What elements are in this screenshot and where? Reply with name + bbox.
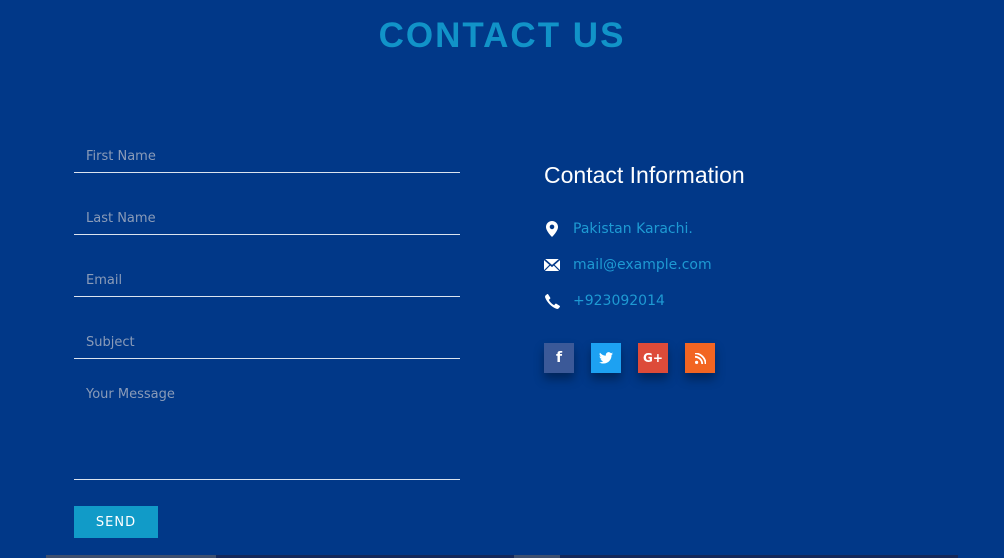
facebook-button[interactable]: f <box>544 343 574 373</box>
contact-information: Contact Information Pakistan Karachi. ma… <box>544 160 745 373</box>
envelope-icon <box>544 257 560 273</box>
rss-icon <box>694 349 706 368</box>
last-name-input[interactable] <box>74 190 460 235</box>
phone-link[interactable]: +923092014 <box>573 293 665 309</box>
email-input[interactable] <box>74 252 460 297</box>
google-plus-icon: G+ <box>643 351 663 365</box>
contact-information-title: Contact Information <box>544 162 745 188</box>
address-row: Pakistan Karachi. <box>544 219 693 239</box>
address-text: Pakistan Karachi. <box>573 221 693 237</box>
email-link[interactable]: mail@example.com <box>573 257 712 273</box>
email-row: mail@example.com <box>544 255 712 275</box>
send-button[interactable]: SEND <box>74 506 158 538</box>
google-plus-button[interactable]: G+ <box>638 343 668 373</box>
message-textarea[interactable] <box>74 376 460 480</box>
facebook-icon: f <box>555 350 563 366</box>
contact-form <box>74 128 460 480</box>
social-links: f G+ <box>544 343 732 373</box>
twitter-button[interactable] <box>591 343 621 373</box>
page-title: CONTACT US <box>378 16 626 55</box>
phone-row: +923092014 <box>544 291 665 311</box>
first-name-input[interactable] <box>74 128 460 173</box>
rss-button[interactable] <box>685 343 715 373</box>
twitter-icon <box>599 349 613 368</box>
subject-input[interactable] <box>74 314 460 359</box>
map-marker-icon <box>544 221 560 237</box>
phone-icon <box>544 293 560 309</box>
